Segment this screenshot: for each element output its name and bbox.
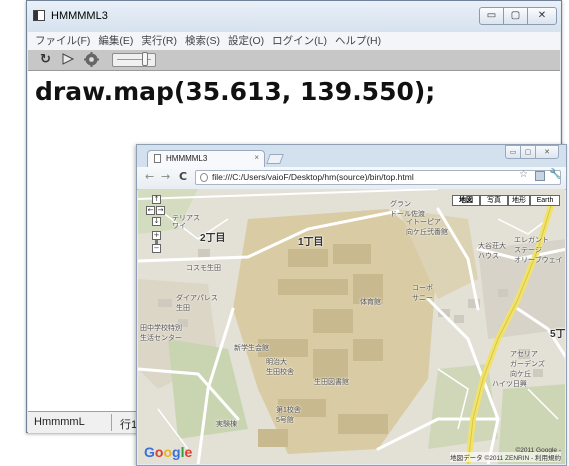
map-label: 実験棟 bbox=[216, 421, 237, 428]
browser-tab[interactable]: HMMMML3 × bbox=[147, 150, 265, 167]
code-line[interactable]: draw.map(35.613, 139.550); bbox=[35, 77, 435, 106]
map-type-satellite[interactable]: 写真 bbox=[480, 195, 508, 206]
map-type-earth[interactable]: Earth bbox=[530, 195, 560, 206]
speed-slider-thumb[interactable] bbox=[142, 52, 148, 66]
map-label: ダイアパレス 生田 bbox=[176, 295, 218, 312]
maximize-button[interactable]: ▢ bbox=[503, 7, 528, 25]
menu-file[interactable]: ファイル(F) bbox=[28, 32, 94, 49]
wrench-icon[interactable]: 🔧 bbox=[549, 169, 561, 180]
menu-search[interactable]: 検索(S) bbox=[181, 32, 224, 49]
tab-title: HMMMML3 bbox=[166, 154, 208, 163]
address-bar[interactable]: file:///C:/Users/vaioF/Desktop/hm(source… bbox=[195, 170, 561, 185]
browser-window: HMMMML3 × ▭ ▢ ✕ ← → C file:///C:/Users/v… bbox=[136, 144, 567, 466]
browser-maximize-button[interactable]: ▢ bbox=[520, 145, 536, 159]
map-label: コスモ生田 bbox=[186, 265, 221, 272]
close-button[interactable]: ✕ bbox=[527, 7, 557, 25]
pan-right-icon[interactable]: → bbox=[156, 206, 165, 215]
page-info-icon[interactable] bbox=[200, 173, 208, 182]
map-label: 大谷荘大 ハウス bbox=[478, 243, 506, 260]
tab-close-icon[interactable]: × bbox=[254, 153, 259, 162]
map-label: 1丁目 bbox=[298, 237, 324, 248]
status-line-number: 行1 bbox=[120, 419, 138, 431]
forward-arrow-icon[interactable]: → bbox=[161, 170, 170, 183]
map-label: グラン ドール佐渡 bbox=[390, 201, 425, 218]
toolbar: ↻ bbox=[28, 50, 560, 71]
zoom-out-icon[interactable]: − bbox=[152, 244, 161, 253]
menu-bar: ファイル(F) 編集(E) 実行(R) 検索(S) 設定(O) ログイン(L) ヘルプ(H) bbox=[28, 32, 560, 50]
back-arrow-icon[interactable]: ← bbox=[145, 170, 154, 183]
reload-icon[interactable]: C bbox=[179, 170, 187, 183]
browser-close-button[interactable]: ✕ bbox=[535, 145, 559, 159]
play-icon[interactable] bbox=[61, 52, 75, 68]
status-app-name: HmmmmL bbox=[34, 416, 85, 428]
app-icon bbox=[33, 10, 45, 21]
map-label: エレガント ステージ オリーブウェイ bbox=[514, 237, 563, 264]
zoom-in-icon[interactable]: + bbox=[152, 231, 161, 240]
google-map[interactable]: 地図 写真 地形 Earth ↑ ← → ↓ + − テリアス ワイ 2丁目 1… bbox=[138, 189, 565, 464]
pan-left-icon[interactable]: ← bbox=[146, 206, 155, 215]
extension-icon[interactable] bbox=[535, 171, 545, 181]
window-title: HMMMML3 bbox=[51, 10, 108, 22]
tab-strip: HMMMML3 × ▭ ▢ ✕ bbox=[137, 145, 566, 167]
map-type-terrain[interactable]: 地形 bbox=[508, 195, 530, 206]
menu-run[interactable]: 実行(R) bbox=[137, 32, 181, 49]
pan-down-icon[interactable]: ↓ bbox=[152, 217, 161, 226]
minimize-button[interactable]: ▭ bbox=[479, 7, 504, 25]
page-icon bbox=[154, 154, 161, 163]
url-text[interactable]: file:///C:/Users/vaioF/Desktop/hm(source… bbox=[212, 172, 414, 182]
new-tab-button[interactable] bbox=[266, 154, 284, 164]
browser-toolbar: ← → C file:///C:/Users/vaioF/Desktop/hm(… bbox=[137, 167, 566, 190]
menu-help[interactable]: ヘルプ(H) bbox=[331, 32, 385, 49]
map-label: 生田図書館 bbox=[314, 379, 349, 386]
map-label: 新学生会館 bbox=[234, 345, 269, 352]
map-label: 田中学校特別 生活センター bbox=[140, 325, 182, 342]
map-label: 第1校舎 5号館 bbox=[276, 407, 301, 424]
map-label: コーポ サニー bbox=[412, 285, 433, 302]
menu-login[interactable]: ログイン(L) bbox=[268, 32, 331, 49]
map-label: 体育館 bbox=[360, 299, 381, 306]
title-bar[interactable]: HMMMML3 ▭ ▢ ✕ bbox=[27, 1, 561, 32]
browser-minimize-button[interactable]: ▭ bbox=[505, 145, 521, 159]
pan-up-icon[interactable]: ↑ bbox=[152, 195, 161, 204]
map-label: アセリア ガーデンズ 向ケ丘 bbox=[510, 351, 545, 378]
menu-edit[interactable]: 編集(E) bbox=[94, 32, 137, 49]
map-label: ハイツ日興 bbox=[492, 381, 527, 388]
map-label: 2丁目 bbox=[200, 233, 226, 244]
status-divider bbox=[111, 414, 112, 431]
gear-icon[interactable] bbox=[84, 52, 99, 68]
menu-settings[interactable]: 設定(O) bbox=[224, 32, 268, 49]
speed-slider-track[interactable] bbox=[112, 53, 156, 67]
reload-icon[interactable]: ↻ bbox=[40, 52, 51, 68]
map-label: 明治大 生田校舎 bbox=[266, 359, 294, 376]
map-label: ワイ bbox=[172, 223, 186, 230]
map-type-map[interactable]: 地図 bbox=[452, 195, 480, 206]
bookmark-star-icon[interactable]: ☆ bbox=[519, 169, 528, 180]
map-label: イトーピア 向ケ丘弐番館 bbox=[406, 219, 448, 236]
map-label: 5丁 bbox=[550, 329, 565, 340]
google-logo[interactable]: Google bbox=[144, 444, 192, 460]
map-attribution[interactable]: 地図データ ©2011 ZENRIN - 利用規約 bbox=[450, 452, 561, 462]
